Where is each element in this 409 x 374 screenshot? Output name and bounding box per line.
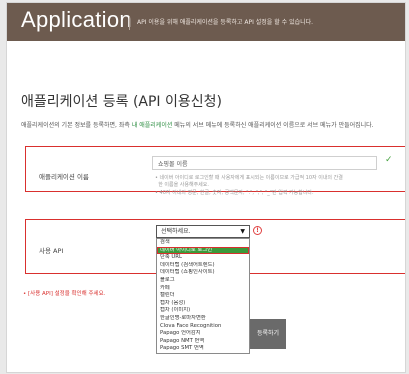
page-description-start: 애플리케이션의 기본 정보를 등록하면, 좌측 [21,122,132,129]
app-title: Application [21,7,132,32]
api-setting-notice: • [사용 API] 설정을 확인해 주세요. [23,291,106,297]
api-label: 사용 API [39,247,64,255]
page-description: 애플리케이션의 기본 정보를 등록하면, 좌측 내 애플리케이션 메뉴의 서브 … [21,120,393,131]
check-icon: ✓ [385,155,393,165]
header-bar: Application API 이용을 위해 애플리케이션을 등록하고 API … [7,3,405,41]
page-description-end: 메뉴의 서브 메뉴에 등록하신 애플리케이션 이름으로 서브 메뉴가 만들어집니… [172,122,374,129]
api-option[interactable]: 캘린더 [157,292,249,300]
api-option[interactable]: Papago SMT 번역 [157,345,249,353]
api-option[interactable]: 단축 URL [157,254,249,262]
api-option[interactable]: 검색 [157,239,249,247]
api-dropdown-list: 검색 네이버 아이디로 로그인 단축 URL 데이터랩 (검색어트렌드) 데이터랩 (쇼… [156,238,250,354]
api-option[interactable]: Papago 언어감지 [157,330,249,338]
api-option[interactable]: 한글인명-로마자변환 [157,315,249,323]
app-name-hint-2-text: 40자 이내의 영문, 한글, 숫자, 공백문자, ".", ",", "_"만… [159,190,314,196]
api-select[interactable]: 선택하세요. ▼ [156,225,250,238]
api-option[interactable]: 카페 [157,285,249,293]
api-option[interactable]: 데이터랩 (쇼핑인사이트) [157,269,249,277]
header-description: API 이용을 위해 애플리케이션을 등록하고 API 설정을 할 수 있습니다… [137,19,314,26]
api-option[interactable]: 캡차 (음성) [157,300,249,308]
app-name-hint-1-cont: 한 이름을 사용해주세요. [155,181,209,188]
header-divider [129,16,130,30]
api-option[interactable]: Papago NMT 번역 [157,338,249,346]
app-name-hint-2: • 40자 이내의 영문, 한글, 숫자, 공백문자, ".", ",", "_… [155,190,314,196]
my-applications-link[interactable]: 내 애플리케이션 [132,122,173,129]
alert-icon: ! [253,226,262,235]
api-option[interactable]: 데이터랩 (검색어트렌드) [157,262,249,270]
api-option[interactable]: Clova Face Recognition [157,323,249,331]
app-name-hint-1: • 네이버 아이디로 로그인할 때 사용자에게 표시되는 이름이므로 가급적 1… [155,175,343,181]
dropdown-arrow-icon: ▼ [240,228,245,235]
api-option[interactable]: 블로그 [157,277,249,285]
page-title: 애플리케이션 등록 (API 이용신청) [21,94,222,110]
app-name-hint-1b-text: 한 이름을 사용해주세요. [158,182,209,188]
submit-button[interactable]: 등록하기 [250,319,286,349]
api-option[interactable]: 캡차 (이미지) [157,307,249,315]
application-page: Application API 이용을 위해 애플리케이션을 등록하고 API … [6,2,406,373]
api-select-value: 선택하세요. [161,228,191,235]
api-option[interactable]: 네이버 아이디로 로그인 [157,246,249,255]
app-name-label: 애플리케이션 이름 [39,173,89,181]
app-name-input[interactable] [152,156,377,170]
